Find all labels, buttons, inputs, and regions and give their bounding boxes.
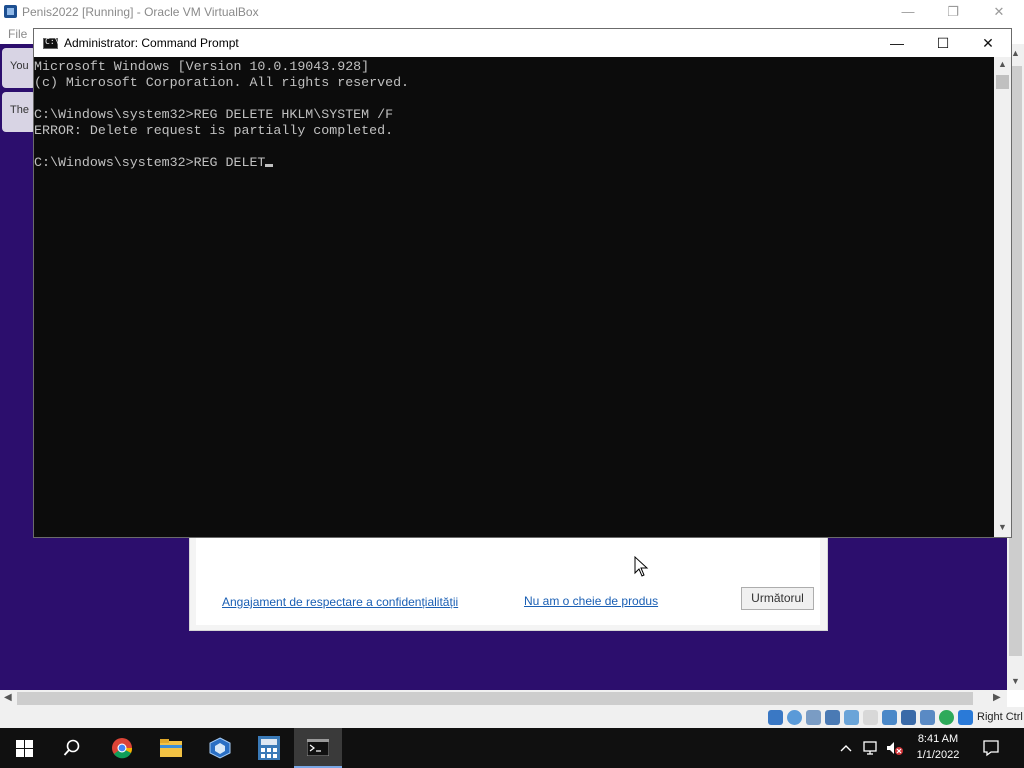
console-line: Microsoft Windows [Version 10.0.19043.92… xyxy=(34,59,370,74)
cmd-titlebar[interactable]: C:\ Administrator: Command Prompt — ☐ ✕ xyxy=(34,29,1011,57)
display-icon[interactable] xyxy=(882,710,897,725)
virtualbox-icon xyxy=(4,5,17,18)
cpu-icon[interactable] xyxy=(920,710,935,725)
clock[interactable]: 8:41 AM 1/1/2022 xyxy=(908,731,968,763)
usb-icon[interactable] xyxy=(844,710,859,725)
cmd-minimize-button[interactable]: — xyxy=(874,29,920,57)
cmd-icon: C:\ xyxy=(43,37,59,49)
chevron-up-icon[interactable] xyxy=(838,740,854,756)
vbox-window-title: Penis2022 [Running] - Oracle VM VirtualB… xyxy=(22,5,259,19)
menu-file[interactable]: File xyxy=(8,27,27,41)
vbox-statusbar: Right Ctrl xyxy=(0,707,1024,728)
calculator-taskbar-icon xyxy=(258,736,280,760)
vbox-close-button[interactable]: ✕ xyxy=(985,3,1013,21)
scroll-up-icon[interactable]: ▲ xyxy=(998,59,1007,69)
search-icon xyxy=(63,739,80,756)
scroll-down-icon[interactable]: ▼ xyxy=(1011,676,1020,686)
taskbar-virtualbox[interactable] xyxy=(196,728,244,768)
next-button[interactable]: Următorul xyxy=(741,587,814,610)
console-line: ERROR: Delete request is partially compl… xyxy=(34,123,394,138)
setup-dialog-panel: Angajament de respectare a confidențiali… xyxy=(196,533,820,625)
shared-folders-icon[interactable] xyxy=(863,710,878,725)
cmd-window[interactable]: C:\ Administrator: Command Prompt — ☐ ✕ … xyxy=(33,28,1012,538)
audio-icon[interactable] xyxy=(806,710,821,725)
start-button[interactable] xyxy=(0,728,48,768)
taskbar-chrome[interactable] xyxy=(98,728,146,768)
virtualbox-taskbar-icon xyxy=(209,737,231,759)
cmd-close-button[interactable]: ✕ xyxy=(965,29,1011,57)
scroll-left-icon[interactable]: ◀ xyxy=(4,692,12,703)
cmd-scroll-thumb[interactable] xyxy=(996,75,1009,89)
notification-icon[interactable] xyxy=(982,739,1000,757)
console-input-text[interactable]: C:\Windows\system32>REG DELET xyxy=(34,155,265,170)
windows-start-icon xyxy=(16,740,33,757)
cmd-scrollbar[interactable]: ▲ ▼ xyxy=(994,57,1011,537)
cmd-console[interactable]: Microsoft Windows [Version 10.0.19043.92… xyxy=(34,57,994,537)
guest-side-tab[interactable]: The xyxy=(2,92,36,132)
network-icon[interactable] xyxy=(862,740,880,756)
taskbar: 8:41 AM 1/1/2022 xyxy=(0,728,1024,768)
guest-side-tab[interactable]: You xyxy=(2,48,36,88)
volume-muted-icon[interactable] xyxy=(886,740,904,756)
hard-disk-icon[interactable] xyxy=(768,710,783,725)
chrome-icon xyxy=(112,738,133,759)
console-input-line[interactable]: C:\Windows\system32>REG DELET xyxy=(34,155,994,171)
scroll-right-icon[interactable]: ▶ xyxy=(993,692,1001,703)
console-line: (c) Microsoft Corporation. All rights re… xyxy=(34,75,410,90)
vbox-titlebar: Penis2022 [Running] - Oracle VM VirtualB… xyxy=(0,0,1024,24)
text-cursor xyxy=(265,164,274,167)
taskbar-file-explorer[interactable] xyxy=(147,728,195,768)
clock-date: 1/1/2022 xyxy=(916,749,960,761)
clock-time: 8:41 AM xyxy=(917,733,959,745)
vm-horizontal-scrollbar[interactable]: ◀ ▶ xyxy=(0,690,1007,707)
vbox-restore-button[interactable]: ❐ xyxy=(939,3,967,21)
file-explorer-icon xyxy=(160,739,182,757)
mouse-pointer-icon xyxy=(634,556,649,577)
recording-icon[interactable] xyxy=(901,710,916,725)
cmd-maximize-button[interactable]: ☐ xyxy=(920,29,966,57)
taskbar-command-prompt[interactable] xyxy=(294,728,342,768)
vbox-minimize-button[interactable]: — xyxy=(894,3,922,21)
optical-drive-icon[interactable] xyxy=(787,710,802,725)
mouse-integration-icon[interactable] xyxy=(939,710,954,725)
search-button[interactable] xyxy=(48,728,96,768)
scroll-up-icon[interactable]: ▲ xyxy=(1011,48,1020,58)
network-adapter-icon[interactable] xyxy=(825,710,840,725)
host-key-label: Right Ctrl xyxy=(977,711,1023,723)
scroll-down-icon[interactable]: ▼ xyxy=(998,522,1007,532)
no-product-key-link[interactable]: Nu am o cheie de produs xyxy=(524,594,658,608)
console-line: C:\Windows\system32>REG DELETE HKLM\SYST… xyxy=(34,107,394,122)
vm-horizontal-scroll-thumb[interactable] xyxy=(17,692,973,705)
setup-dialog: Angajament de respectare a confidențiali… xyxy=(189,532,828,631)
host-key-icon[interactable] xyxy=(958,710,973,725)
cmd-taskbar-icon xyxy=(307,739,329,756)
privacy-link[interactable]: Angajament de respectare a confidențiali… xyxy=(222,595,458,609)
cmd-window-title: Administrator: Command Prompt xyxy=(64,36,239,50)
taskbar-calculator[interactable] xyxy=(245,728,293,768)
